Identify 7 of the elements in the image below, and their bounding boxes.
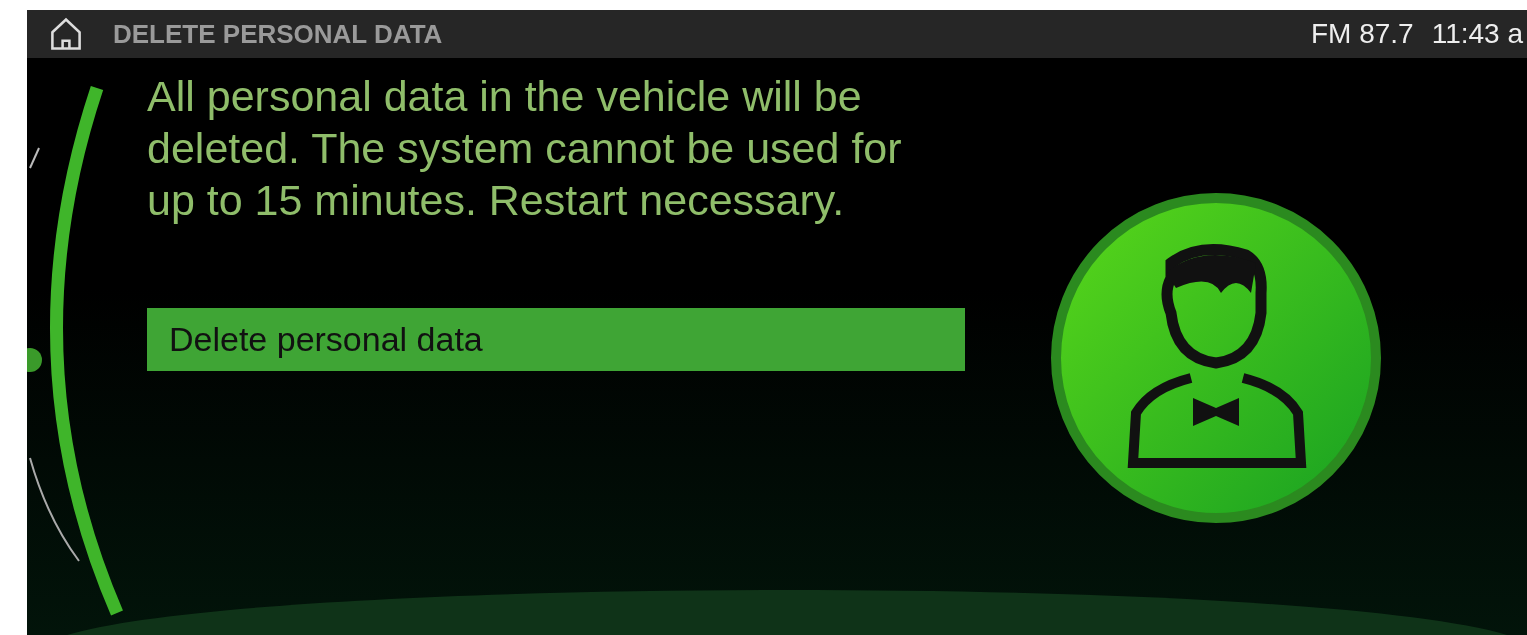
menu-item[interactable]: Delete personal data — [147, 308, 965, 371]
radio-station: FM 87.7 — [1310, 18, 1414, 50]
warning-message: All personal data in the vehicle will be deleted. The system cannot be used for up to 15 minutes. Restart necessary. — [147, 71, 903, 226]
screen-title: DELETE PERSONAL DATA — [113, 18, 443, 50]
home-icon[interactable] — [49, 17, 83, 51]
person-avatar-icon — [1051, 193, 1381, 523]
clock: 11:43 a — [1431, 18, 1523, 50]
